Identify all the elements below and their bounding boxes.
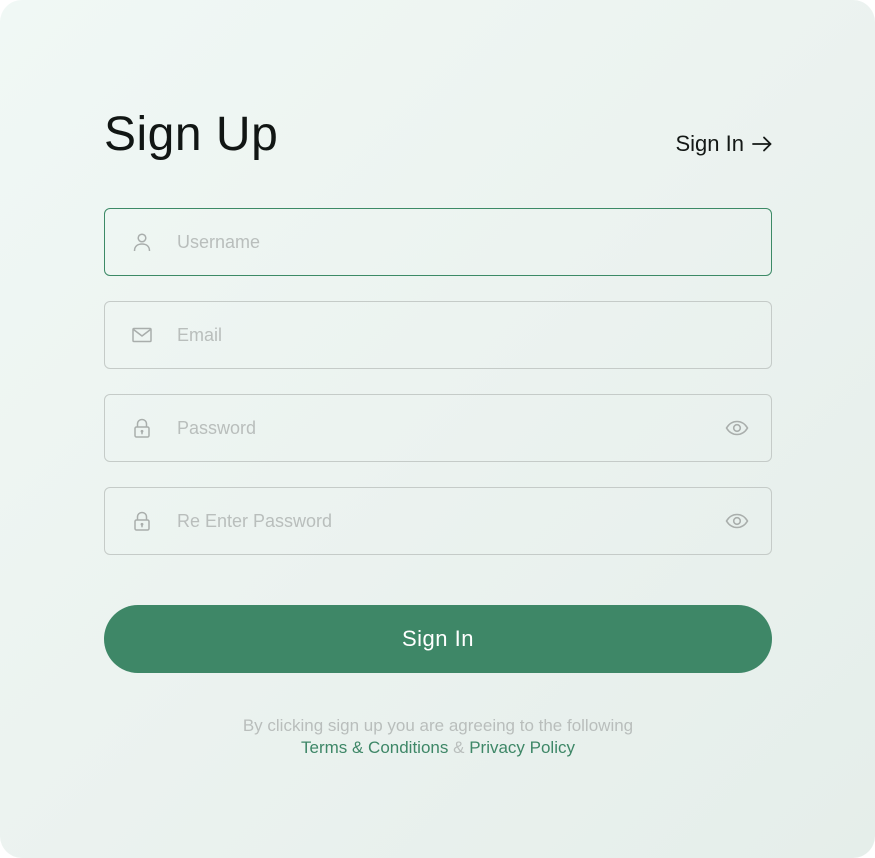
username-input[interactable] [177,209,701,275]
eye-icon[interactable] [725,509,749,533]
lock-icon [131,510,153,532]
sign-in-link[interactable]: Sign In [676,130,773,158]
email-field [104,301,772,369]
signup-card: Sign Up Sign In Username Email Sign In B… [0,0,875,858]
mail-icon [131,324,153,346]
password-field [104,394,772,462]
user-icon [131,231,153,253]
terms-link[interactable]: Terms & Conditions [301,738,448,757]
username-field [104,208,772,276]
submit-button[interactable]: Sign In [104,605,772,673]
arrow-right-icon [752,136,772,152]
eye-icon[interactable] [725,416,749,440]
legal-links: Terms & Conditions & Privacy Policy [104,737,772,759]
legal-notice: By clicking sign up you are agreeing to … [104,715,772,759]
legal-separator: & [453,738,465,757]
sign-in-link-label: Sign In [675,131,745,156]
confirm-password-field [104,487,772,555]
privacy-link[interactable]: Privacy Policy [469,738,575,757]
legal-prefix: By clicking sign up you are agreeing to … [242,716,634,735]
page-title: Sign Up [104,108,279,161]
password-input[interactable] [177,395,701,461]
lock-icon [131,417,153,439]
confirm-password-input[interactable] [177,488,701,554]
email-input[interactable] [177,302,701,368]
